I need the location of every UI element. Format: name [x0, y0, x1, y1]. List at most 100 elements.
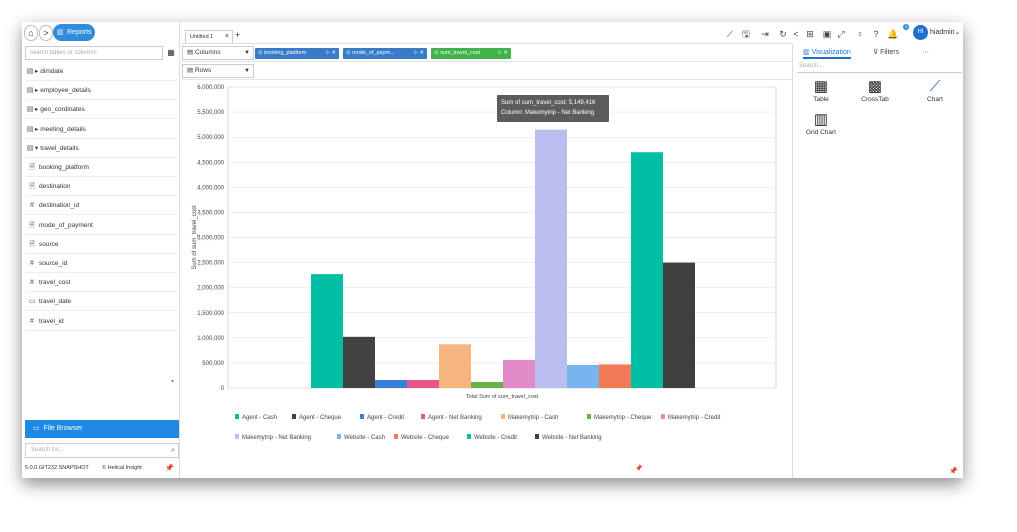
avatar[interactable]: HI: [913, 25, 928, 40]
tab-label: Untitled 1: [190, 34, 214, 40]
chart-icon: ▥: [57, 29, 64, 36]
brand-icon: ©: [102, 465, 107, 471]
forward-icon[interactable]: >: [39, 25, 53, 41]
pill-actions-icon[interactable]: ⊹ ✕: [497, 48, 508, 59]
caret-right-icon[interactable]: ▸: [35, 87, 38, 94]
refresh-icon[interactable]: ↻: [777, 27, 789, 41]
y-tick-label: 6,000,000: [197, 85, 224, 91]
tooltip-line-1: Sum of sum_travel_cost: 5,149,416: [501, 100, 596, 106]
reports-label: Reports: [67, 29, 92, 36]
tree-item[interactable]: ▤ ▸ meeting_details: [25, 120, 177, 139]
tree-item[interactable]: 🗎 source: [25, 235, 177, 254]
tree-item[interactable]: 🗎 destination: [25, 177, 177, 197]
column-pill[interactable]: ⊙ mode_of_paym... ⊹ ✕: [343, 48, 427, 59]
caret-right-icon[interactable]: ▸: [35, 106, 38, 113]
tree-item[interactable]: # source_id: [25, 254, 177, 273]
caret-right-icon[interactable]: ▸: [35, 68, 38, 75]
tab-visualization-label: Visualization: [811, 49, 851, 56]
present-icon[interactable]: ▣: [821, 27, 833, 41]
bar-chart-icon: ▥: [803, 49, 812, 56]
tree-item[interactable]: ▭ travel_date: [25, 292, 177, 312]
bar: [535, 129, 567, 388]
home-icon[interactable]: ⌂: [24, 25, 38, 41]
pin-icon[interactable]: 📌: [949, 467, 958, 475]
fullscreen-icon[interactable]: ⤢: [835, 27, 847, 41]
export-icon[interactable]: ⇥: [759, 27, 771, 41]
tree-item-label: travel_id: [39, 317, 64, 325]
folder-icon: ▭: [33, 425, 42, 432]
grid-view-icon[interactable]: ▦: [165, 46, 177, 60]
columns-dropdown[interactable]: ▤ Columns ▼: [182, 46, 254, 60]
tree-item[interactable]: ▤ ▾ travel_details: [25, 139, 177, 158]
viz-chart[interactable]: ⟋ Chart: [913, 78, 957, 103]
legend-swatch: [467, 434, 471, 439]
bar: [311, 274, 343, 388]
pin-icon[interactable]: 📌: [635, 465, 642, 472]
bar: [439, 344, 471, 388]
file-browser-label: File Browser: [43, 425, 83, 432]
search-tables-input[interactable]: search tables or columns: [25, 46, 163, 60]
file-browser-button[interactable]: ▭ File Browser: [25, 420, 179, 438]
column-pill[interactable]: ⊙ sum_travel_cost ⊹ ✕: [431, 48, 511, 59]
caret-down-icon[interactable]: ▾: [35, 145, 38, 152]
tab-filters[interactable]: ⊽ Filters: [873, 46, 899, 59]
tab-untitled[interactable]: Untitled 1 ×: [185, 30, 233, 43]
y-tick-label: 4,500,000: [197, 160, 224, 166]
tab-bar: Untitled 1 × +: [182, 22, 792, 44]
legend-swatch: [235, 414, 239, 419]
legend-swatch: [360, 414, 364, 419]
search-icon[interactable]: ⌕: [171, 444, 175, 457]
tree-item[interactable]: 🗎 booking_platform: [25, 158, 177, 177]
more-options-icon[interactable]: ···: [922, 46, 929, 59]
line-chart-icon[interactable]: ⟋: [724, 27, 736, 41]
legend-entry: Agent - Cheque: [299, 415, 342, 421]
viz-table-label: Table: [813, 96, 829, 103]
reports-button[interactable]: ▥ Reports: [53, 24, 95, 41]
number-icon: #: [30, 317, 34, 325]
viz-grid-chart[interactable]: ▥ Grid Chart: [799, 111, 843, 136]
legend-entry: Agent - Net Banking: [428, 415, 482, 421]
pin-icon[interactable]: 📌: [165, 464, 174, 472]
user-menu[interactable]: hiadmin⌄: [930, 28, 960, 36]
legend-swatch: [661, 414, 665, 419]
text-icon: 🗎: [29, 164, 35, 171]
pill-actions-icon[interactable]: ⊹ ✕: [413, 48, 424, 59]
close-icon[interactable]: ×: [225, 31, 229, 43]
pill-actions-icon[interactable]: ⊹ ✕: [325, 48, 336, 59]
y-tick-label: 1,000,000: [197, 336, 224, 342]
column-pill[interactable]: ⊙ booking_platform ⊹ ✕: [255, 48, 339, 59]
bar: [631, 152, 663, 388]
legend-entry: Makemytrip - Credit: [668, 415, 721, 421]
rows-dropdown[interactable]: ▤ Rows ▼: [182, 64, 254, 78]
add-tab-button[interactable]: +: [235, 30, 240, 40]
viz-search-input[interactable]: Search...: [797, 60, 962, 73]
viz-crosstab-label: CrossTab: [861, 96, 889, 103]
rows-label: Rows: [194, 67, 212, 74]
scroll-down-icon[interactable]: ▾: [171, 378, 174, 385]
tree-item[interactable]: # travel_cost: [25, 273, 177, 293]
tree-item[interactable]: 🗎 mode_of_payment: [25, 216, 177, 235]
tab-visualization[interactable]: ▥ Visualization: [803, 46, 851, 59]
layout-icon[interactable]: ⊞: [804, 27, 816, 41]
caret-right-icon[interactable]: ▸: [35, 126, 38, 133]
bulb-icon[interactable]: ♀: [854, 27, 866, 41]
share-icon[interactable]: <: [790, 27, 802, 41]
tree-item[interactable]: ▤ ▸ dimdate: [25, 62, 177, 81]
tree-item[interactable]: # destination_id: [25, 196, 177, 216]
pill-label: booking_platform: [264, 50, 307, 56]
bell-icon[interactable]: 🔔: [887, 27, 899, 41]
legend-entry: Agent - Cash: [242, 415, 277, 421]
tree-item[interactable]: ▤ ▸ geo_cordinates: [25, 100, 177, 120]
tree-item[interactable]: # travel_id: [25, 312, 177, 331]
help-icon[interactable]: ?: [870, 27, 882, 41]
table-icon: ▦: [813, 78, 829, 95]
tree-item[interactable]: ▤ ▸ employee_details: [25, 81, 177, 101]
save-icon[interactable]: 🖫: [740, 27, 752, 41]
table-icon: ▤: [26, 87, 34, 95]
search-for-placeholder: Search for...: [31, 447, 64, 453]
viz-table[interactable]: ▦ Table: [799, 78, 843, 103]
search-for-input[interactable]: Search for... ⌕: [25, 443, 179, 458]
viz-crosstab[interactable]: ▩ CrossTab: [853, 78, 897, 103]
bar: [663, 262, 695, 388]
brand-label: © Helical Insight: [102, 465, 142, 471]
